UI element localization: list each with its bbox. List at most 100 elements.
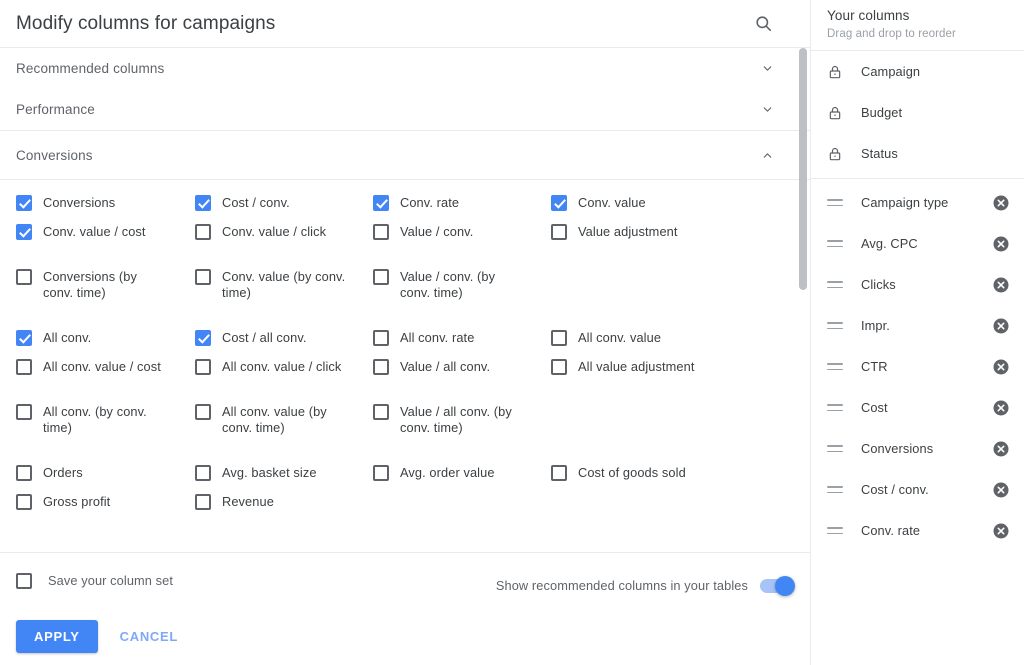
checkbox-conv-rate[interactable]: [373, 195, 389, 211]
remove-column-button-conv-rate[interactable]: [992, 522, 1010, 540]
checkbox-all-conv-value-cost[interactable]: [16, 359, 32, 375]
checkbox-cell-all-conv-rate[interactable]: All conv. rate: [358, 323, 537, 352]
section-header-conversions[interactable]: Conversions: [0, 131, 810, 179]
your-columns-item-cost-conv[interactable]: Cost / conv.: [811, 469, 1024, 510]
checkbox-label-all-conv-value-click[interactable]: All conv. value / click: [222, 358, 341, 375]
checkbox-avg-basket-size[interactable]: [195, 465, 211, 481]
checkbox-all-value-adjustment[interactable]: [551, 359, 567, 375]
checkbox-all-conv-value-click[interactable]: [195, 359, 211, 375]
checkbox-label-value-all-conv-by-conv-time[interactable]: Value / all conv. (by conv. time): [400, 403, 527, 436]
checkbox-all-conv-by-conv-time[interactable]: [16, 404, 32, 420]
checkbox-cost-of-goods-sold[interactable]: [551, 465, 567, 481]
checkbox-label-conv-value-cost[interactable]: Conv. value / cost: [43, 223, 146, 240]
checkbox-value-conv-by-conv-time[interactable]: [373, 269, 389, 285]
checkbox-conv-value-cost[interactable]: [16, 224, 32, 240]
checkbox-label-all-conv-value-by-conv-time[interactable]: All conv. value (by conv. time): [222, 403, 348, 436]
checkbox-value-conv[interactable]: [373, 224, 389, 240]
drag-handle-icon[interactable]: [827, 359, 843, 375]
checkbox-cell-gross-profit[interactable]: Gross profit: [0, 487, 179, 516]
section-header-performance[interactable]: Performance: [0, 89, 810, 130]
save-column-set-checkbox[interactable]: [16, 572, 32, 589]
checkbox-revenue[interactable]: [195, 494, 211, 510]
checkbox-label-all-conv-value-cost[interactable]: All conv. value / cost: [43, 358, 161, 375]
checkbox-label-conv-rate[interactable]: Conv. rate: [400, 194, 459, 211]
remove-column-button-cost[interactable]: [992, 399, 1010, 417]
your-columns-item-clicks[interactable]: Clicks: [811, 264, 1024, 305]
checkbox-cell-value-all-conv[interactable]: Value / all conv.: [358, 352, 537, 381]
remove-column-button-campaign-type[interactable]: [992, 194, 1010, 212]
your-columns-item-conversions[interactable]: Conversions: [811, 428, 1024, 469]
chevron-down-icon[interactable]: [754, 97, 780, 123]
drag-handle-icon[interactable]: [827, 523, 843, 539]
checkbox-label-revenue[interactable]: Revenue: [222, 493, 274, 510]
chevron-down-icon[interactable]: [754, 56, 780, 82]
checkbox-label-all-value-adjustment[interactable]: All value adjustment: [578, 358, 695, 375]
checkbox-conversions-by-conv-time[interactable]: [16, 269, 32, 285]
checkbox-cell-all-conv-value-cost[interactable]: All conv. value / cost: [0, 352, 179, 381]
checkbox-cost-all-conv[interactable]: [195, 330, 211, 346]
checkbox-cell-avg-basket-size[interactable]: Avg. basket size: [179, 458, 358, 487]
your-columns-item-conv-rate[interactable]: Conv. rate: [811, 510, 1024, 551]
checkbox-label-cost-all-conv[interactable]: Cost / all conv.: [222, 329, 307, 346]
checkbox-cell-all-conv-value[interactable]: All conv. value: [537, 323, 737, 352]
checkbox-cell-value-conv[interactable]: Value / conv.: [358, 217, 537, 246]
checkbox-label-value-adjustment[interactable]: Value adjustment: [578, 223, 678, 240]
search-icon[interactable]: [746, 7, 780, 41]
checkbox-cell-all-conv[interactable]: All conv.: [0, 323, 179, 352]
remove-column-button-impr[interactable]: [992, 317, 1010, 335]
checkbox-cell-conversions[interactable]: Conversions: [0, 188, 179, 217]
checkbox-cell-conv-rate[interactable]: Conv. rate: [358, 188, 537, 217]
your-columns-item-impr[interactable]: Impr.: [811, 305, 1024, 346]
checkbox-label-all-conv[interactable]: All conv.: [43, 329, 91, 346]
checkbox-all-conv-value-by-conv-time[interactable]: [195, 404, 211, 420]
checkbox-orders[interactable]: [16, 465, 32, 481]
remove-column-button-clicks[interactable]: [992, 276, 1010, 294]
checkbox-label-all-conv-by-conv-time[interactable]: All conv. (by conv. time): [43, 403, 169, 436]
checkbox-label-conv-value-click[interactable]: Conv. value / click: [222, 223, 326, 240]
checkbox-cell-conv-value-click[interactable]: Conv. value / click: [179, 217, 358, 246]
your-columns-item-cost[interactable]: Cost: [811, 387, 1024, 428]
remove-column-button-avg-cpc[interactable]: [992, 235, 1010, 253]
checkbox-cell-revenue[interactable]: Revenue: [179, 487, 358, 516]
remove-column-button-cost-conv[interactable]: [992, 481, 1010, 499]
drag-handle-icon[interactable]: [827, 400, 843, 416]
drag-handle-icon[interactable]: [827, 482, 843, 498]
checkbox-label-conversions-by-conv-time[interactable]: Conversions (by conv. time): [43, 268, 169, 301]
checkbox-conv-value-by-conv-time[interactable]: [195, 269, 211, 285]
checkbox-value-all-conv[interactable]: [373, 359, 389, 375]
your-columns-item-campaign-type[interactable]: Campaign type: [811, 182, 1024, 223]
drag-handle-icon[interactable]: [827, 441, 843, 457]
checkbox-label-conv-value-by-conv-time[interactable]: Conv. value (by conv. time): [222, 268, 348, 301]
drag-handle-icon[interactable]: [827, 318, 843, 334]
checkbox-label-cost-of-goods-sold[interactable]: Cost of goods sold: [578, 464, 686, 481]
checkbox-cell-all-conv-by-conv-time[interactable]: All conv. (by conv. time): [0, 397, 179, 442]
cancel-button[interactable]: CANCEL: [108, 620, 190, 653]
apply-button[interactable]: APPLY: [16, 620, 98, 653]
checkbox-label-conversions[interactable]: Conversions: [43, 194, 115, 211]
checkbox-cell-orders[interactable]: Orders: [0, 458, 179, 487]
checkbox-value-adjustment[interactable]: [551, 224, 567, 240]
checkbox-label-gross-profit[interactable]: Gross profit: [43, 493, 110, 510]
drag-handle-icon[interactable]: [827, 195, 843, 211]
checkbox-label-value-all-conv[interactable]: Value / all conv.: [400, 358, 490, 375]
checkbox-label-all-conv-value[interactable]: All conv. value: [578, 329, 661, 346]
checkbox-conv-value-click[interactable]: [195, 224, 211, 240]
checkbox-label-cost-conv[interactable]: Cost / conv.: [222, 194, 290, 211]
checkbox-label-value-conv-by-conv-time[interactable]: Value / conv. (by conv. time): [400, 268, 527, 301]
checkbox-label-avg-basket-size[interactable]: Avg. basket size: [222, 464, 317, 481]
checkbox-gross-profit[interactable]: [16, 494, 32, 510]
checkbox-label-orders[interactable]: Orders: [43, 464, 83, 481]
checkbox-conversions[interactable]: [16, 195, 32, 211]
checkbox-cell-conversions-by-conv-time[interactable]: Conversions (by conv. time): [0, 262, 179, 307]
checkbox-cell-all-value-adjustment[interactable]: All value adjustment: [537, 352, 737, 381]
checkbox-cell-value-conv-by-conv-time[interactable]: Value / conv. (by conv. time): [358, 262, 537, 307]
checkbox-label-avg-order-value[interactable]: Avg. order value: [400, 464, 495, 481]
checkbox-cell-all-conv-value-click[interactable]: All conv. value / click: [179, 352, 358, 381]
remove-column-button-conversions[interactable]: [992, 440, 1010, 458]
checkbox-label-all-conv-rate[interactable]: All conv. rate: [400, 329, 474, 346]
show-recommended-columns-switch[interactable]: [760, 575, 795, 596]
remove-column-button-ctr[interactable]: [992, 358, 1010, 376]
checkbox-all-conv-rate[interactable]: [373, 330, 389, 346]
checkbox-cell-cost-all-conv[interactable]: Cost / all conv.: [179, 323, 358, 352]
checkbox-value-all-conv-by-conv-time[interactable]: [373, 404, 389, 420]
